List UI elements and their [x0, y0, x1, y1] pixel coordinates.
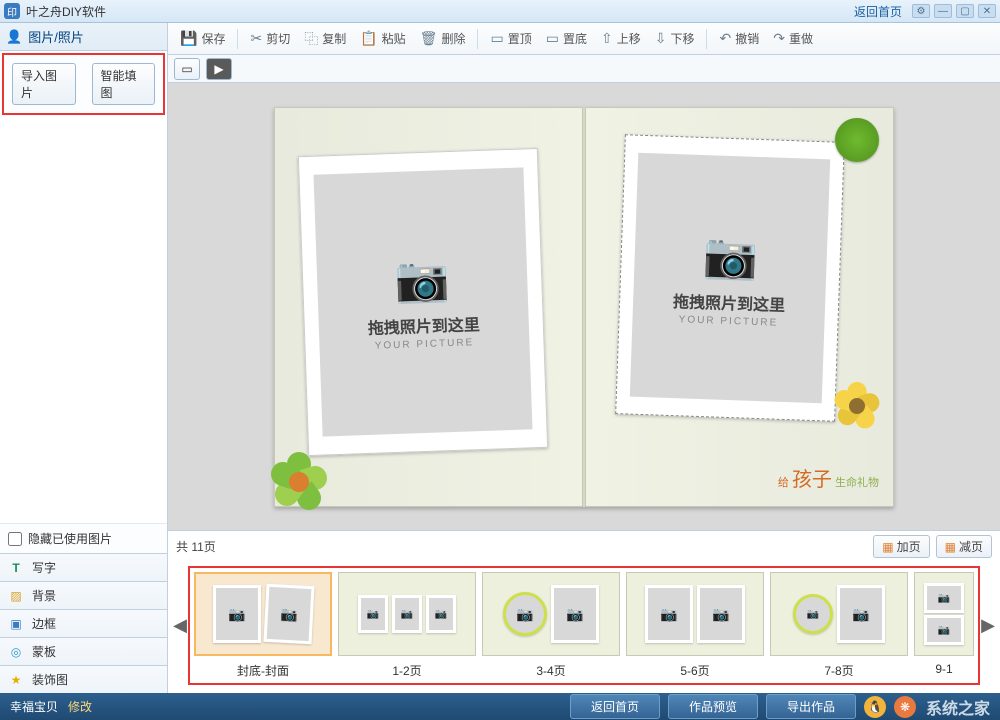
redo-button[interactable]: ↷重做	[767, 27, 819, 50]
add-page-button[interactable]: ▦加页	[873, 535, 929, 558]
bring-front-button[interactable]: ▭置顶	[484, 27, 537, 50]
sidebar-item-border[interactable]: ▣ 边框	[0, 609, 167, 637]
sidebar-item-text[interactable]: T 写字	[0, 553, 167, 581]
sidebar-header: 👤 图片/照片	[0, 23, 167, 51]
plus-icon: ▦	[882, 540, 893, 554]
image-panel-empty	[0, 117, 167, 523]
undo-icon: ↶	[719, 30, 731, 47]
thumbnail-bar: 共 11页 ▦加页 ▦减页 ◀ 📷📷 封底-封面 📷📷📷 1-2页	[168, 530, 1000, 693]
home-link[interactable]: 返回首页	[854, 3, 902, 20]
canvas-area[interactable]: 📷 拖拽照片到这里 YOUR PICTURE	[168, 83, 1000, 530]
sidebar-header-label: 图片/照片	[28, 27, 84, 46]
page-count: 共 11页	[176, 538, 216, 555]
copy-icon: ⿻	[304, 29, 318, 49]
text-icon: T	[8, 560, 24, 576]
thumb-5-6[interactable]: 📷📷 5-6页	[626, 572, 764, 679]
thumb-cover[interactable]: 📷📷 封底-封面	[194, 572, 332, 679]
hide-used-row[interactable]: 隐藏已使用图片	[0, 523, 167, 553]
send-back-icon: ▭	[546, 30, 559, 47]
modify-link[interactable]: 修改	[68, 698, 92, 715]
mode-page-button[interactable]: ▭	[174, 58, 200, 80]
delete-button[interactable]: 🗑删除	[414, 27, 472, 50]
maximize-icon[interactable]: ▢	[956, 4, 974, 18]
footer: 幸福宝贝 修改 返回首页 作品预览 导出作品 🐧 ❋ 系统之家	[0, 693, 1000, 720]
photo-placeholder-left[interactable]: 📷 拖拽照片到这里 YOUR PICTURE	[298, 147, 548, 455]
sidebar-item-label: 蒙板	[32, 643, 56, 660]
bring-front-icon: ▭	[490, 30, 503, 47]
share-icon[interactable]: ❋	[894, 696, 916, 718]
copy-button[interactable]: ⿻复制	[298, 26, 352, 52]
thumb-7-8[interactable]: 📷📷 7-8页	[770, 572, 908, 679]
camera-icon: 📷	[702, 228, 759, 282]
thumb-9-10[interactable]: 📷📷 9-1	[914, 572, 974, 676]
footer-export-button[interactable]: 导出作品	[766, 694, 856, 719]
save-button[interactable]: 💾保存	[174, 27, 231, 50]
hide-used-label: 隐藏已使用图片	[28, 530, 112, 547]
trash-icon: 🗑	[420, 30, 438, 47]
hide-used-checkbox[interactable]	[8, 532, 22, 546]
background-icon: ▨	[8, 588, 24, 604]
minus-icon: ▦	[945, 540, 956, 554]
border-icon: ▣	[8, 616, 24, 632]
cut-icon: ✂	[250, 30, 262, 47]
send-back-button[interactable]: ▭置底	[540, 27, 593, 50]
toolbar: 💾保存 ✂剪切 ⿻复制 📋粘贴 🗑删除 ▭置顶 ▭置底 ⇧上移 ⇩下移 ↶撤销 …	[168, 23, 1000, 55]
smart-fill-button[interactable]: 智能填图	[92, 63, 156, 105]
camera-icon: 📷	[394, 252, 451, 306]
modebar: ▭ ▶	[168, 55, 1000, 83]
app-title: 叶之舟DIY软件	[26, 3, 106, 20]
star-icon: ★	[8, 672, 24, 688]
mode-preview-button[interactable]: ▶	[206, 58, 232, 80]
preview-icon: ▶	[214, 62, 223, 76]
page-right[interactable]: 📷 拖拽照片到这里 YOUR PICTURE	[585, 107, 894, 507]
sidebar-item-label: 写字	[32, 559, 56, 576]
mask-icon: ◎	[8, 644, 24, 660]
flower-decoration	[833, 382, 881, 430]
button-decoration	[835, 118, 879, 162]
thumb-3-4[interactable]: 📷📷 3-4页	[482, 572, 620, 679]
undo-button[interactable]: ↶撤销	[713, 27, 765, 50]
paste-button[interactable]: 📋粘贴	[354, 27, 411, 50]
titlebar: 印 叶之舟DIY软件 返回首页 ⚙ — ▢ ✕	[0, 0, 1000, 23]
flower-decoration	[269, 452, 329, 512]
footer-preview-button[interactable]: 作品预览	[668, 694, 758, 719]
photo-placeholder-right[interactable]: 📷 拖拽照片到这里 YOUR PICTURE	[615, 134, 845, 422]
arrow-down-icon: ⇩	[655, 30, 667, 47]
sidebar-item-label: 背景	[32, 587, 56, 604]
sidebar-item-decoration[interactable]: ★ 装饰图	[0, 665, 167, 693]
minimize-icon[interactable]: —	[934, 4, 952, 18]
save-icon: 💾	[180, 30, 197, 47]
project-name: 幸福宝贝	[10, 698, 58, 715]
ribbon-text: 给 孩子 生命礼物	[778, 466, 879, 494]
footer-home-button[interactable]: 返回首页	[570, 694, 660, 719]
book-spread: 📷 拖拽照片到这里 YOUR PICTURE	[274, 107, 894, 507]
sidebar-item-label: 边框	[32, 615, 56, 632]
arrow-up-icon: ⇧	[601, 30, 613, 47]
sidebar: 👤 图片/照片 导入图片 智能填图 隐藏已使用图片 T 写字 ▨ 背景 ▣ 边框…	[0, 23, 168, 693]
cut-button[interactable]: ✂剪切	[244, 27, 296, 50]
remove-page-button[interactable]: ▦减页	[936, 535, 992, 558]
sidebar-item-background[interactable]: ▨ 背景	[0, 581, 167, 609]
thumb-1-2[interactable]: 📷📷📷 1-2页	[338, 572, 476, 679]
person-icon: 👤	[6, 29, 22, 45]
settings-icon[interactable]: ⚙	[912, 4, 930, 18]
thumb-prev-button[interactable]: ◀	[172, 581, 188, 671]
import-image-button[interactable]: 导入图片	[12, 63, 76, 105]
move-up-button[interactable]: ⇧上移	[595, 27, 647, 50]
penguin-icon[interactable]: 🐧	[864, 696, 886, 718]
page-left[interactable]: 📷 拖拽照片到这里 YOUR PICTURE	[274, 107, 583, 507]
sidebar-item-label: 装饰图	[32, 671, 68, 688]
close-icon[interactable]: ✕	[978, 4, 996, 18]
sidebar-item-mask[interactable]: ◎ 蒙板	[0, 637, 167, 665]
app-icon: 印	[4, 3, 20, 19]
page-icon: ▭	[181, 62, 192, 76]
paste-icon: 📋	[360, 30, 377, 47]
thumb-next-button[interactable]: ▶	[980, 581, 996, 671]
import-row: 导入图片 智能填图	[2, 53, 165, 115]
redo-icon: ↷	[773, 30, 785, 47]
watermark: 系统之家	[926, 695, 990, 719]
move-down-button[interactable]: ⇩下移	[649, 27, 701, 50]
thumbnails: 📷📷 封底-封面 📷📷📷 1-2页 📷📷 3-4页 📷📷 5-6页	[188, 566, 980, 685]
